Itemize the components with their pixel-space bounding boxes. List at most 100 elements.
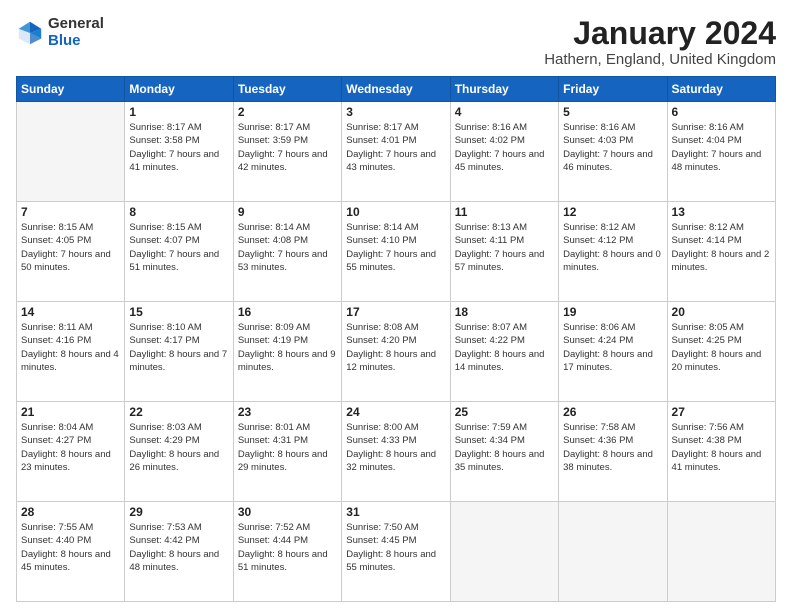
day-number: 24 (346, 405, 445, 419)
day-info: Sunrise: 8:17 AMSunset: 4:01 PMDaylight:… (346, 121, 445, 174)
calendar-cell: 30 Sunrise: 7:52 AMSunset: 4:44 PMDayligh… (233, 502, 341, 602)
day-info: Sunrise: 8:13 AMSunset: 4:11 PMDaylight:… (455, 221, 554, 274)
day-info: Sunrise: 8:07 AMSunset: 4:22 PMDaylight:… (455, 321, 554, 374)
calendar-cell: 2Sunrise: 8:17 AMSunset: 3:59 PMDaylight… (233, 102, 341, 202)
day-number: 16 (238, 305, 337, 319)
calendar-cell: 5 Sunrise: 8:16 AMSunset: 4:03 PMDaylight… (559, 102, 667, 202)
day-number: 9 (238, 205, 337, 219)
month-title: January 2024 (544, 16, 776, 51)
logo-icon (16, 19, 44, 47)
calendar-cell: 1Sunrise: 8:17 AMSunset: 3:58 PMDaylight… (125, 102, 233, 202)
calendar-cell: 17 Sunrise: 8:08 AMSunset: 4:20 PMDayligh… (342, 302, 450, 402)
calendar-cell: 21 Sunrise: 8:04 AMSunset: 4:27 PMDayligh… (17, 402, 125, 502)
day-info: Sunrise: 8:04 AMSunset: 4:27 PMDaylight:… (21, 421, 120, 474)
day-number: 6 (672, 105, 771, 119)
day-number: 14 (21, 305, 120, 319)
day-info: Sunrise: 8:16 AMSunset: 4:03 PMDaylight:… (563, 121, 662, 174)
day-info: Sunrise: 7:55 AMSunset: 4:40 PMDaylight:… (21, 521, 120, 574)
day-info: Sunrise: 8:08 AMSunset: 4:20 PMDaylight:… (346, 321, 445, 374)
day-info: Sunrise: 8:12 AMSunset: 4:14 PMDaylight:… (672, 221, 771, 274)
day-info: Sunrise: 8:16 AMSunset: 4:02 PMDaylight:… (455, 121, 554, 174)
day-info: Sunrise: 8:17 AMSunset: 3:59 PMDaylight:… (238, 121, 337, 174)
day-number: 13 (672, 205, 771, 219)
calendar-week-row: 28 Sunrise: 7:55 AMSunset: 4:40 PMDayligh… (17, 502, 776, 602)
logo: General Blue (16, 16, 104, 49)
col-tuesday: Tuesday (233, 77, 341, 102)
calendar-table: Sunday Monday Tuesday Wednesday Thursday… (16, 76, 776, 602)
calendar-cell: 28 Sunrise: 7:55 AMSunset: 4:40 PMDayligh… (17, 502, 125, 602)
day-number: 27 (672, 405, 771, 419)
col-monday: Monday (125, 77, 233, 102)
calendar-cell: 19Sunrise: 8:06 AMSunset: 4:24 PMDayligh… (559, 302, 667, 402)
calendar-cell: 20Sunrise: 8:05 AMSunset: 4:25 PMDayligh… (667, 302, 775, 402)
day-info: Sunrise: 7:50 AMSunset: 4:45 PMDaylight:… (346, 521, 445, 574)
col-sunday: Sunday (17, 77, 125, 102)
day-number: 18 (455, 305, 554, 319)
day-number: 30 (238, 505, 337, 519)
calendar-cell: 27 Sunrise: 7:56 AMSunset: 4:38 PMDayligh… (667, 402, 775, 502)
calendar-week-row: 14 Sunrise: 8:11 AMSunset: 4:16 PMDayligh… (17, 302, 776, 402)
calendar-cell: 10Sunrise: 8:14 AMSunset: 4:10 PMDayligh… (342, 202, 450, 302)
day-info: Sunrise: 8:14 AMSunset: 4:08 PMDaylight:… (238, 221, 337, 274)
logo-text: General Blue (48, 16, 104, 49)
calendar-cell (17, 102, 125, 202)
calendar-cell: 14 Sunrise: 8:11 AMSunset: 4:16 PMDayligh… (17, 302, 125, 402)
day-info: Sunrise: 7:53 AMSunset: 4:42 PMDaylight:… (129, 521, 228, 574)
day-info: Sunrise: 7:59 AMSunset: 4:34 PMDaylight:… (455, 421, 554, 474)
calendar-cell: 9 Sunrise: 8:14 AMSunset: 4:08 PMDaylight… (233, 202, 341, 302)
calendar-cell: 11 Sunrise: 8:13 AMSunset: 4:11 PMDayligh… (450, 202, 558, 302)
day-info: Sunrise: 8:16 AMSunset: 4:04 PMDaylight:… (672, 121, 771, 174)
day-info: Sunrise: 8:10 AMSunset: 4:17 PMDaylight:… (129, 321, 228, 374)
day-number: 15 (129, 305, 228, 319)
day-number: 31 (346, 505, 445, 519)
calendar-cell: 24Sunrise: 8:00 AMSunset: 4:33 PMDayligh… (342, 402, 450, 502)
day-number: 29 (129, 505, 228, 519)
day-number: 23 (238, 405, 337, 419)
calendar-cell: 3 Sunrise: 8:17 AMSunset: 4:01 PMDaylight… (342, 102, 450, 202)
day-number: 21 (21, 405, 120, 419)
day-number: 26 (563, 405, 662, 419)
calendar-cell (667, 502, 775, 602)
calendar-cell (559, 502, 667, 602)
day-info: Sunrise: 7:58 AMSunset: 4:36 PMDaylight:… (563, 421, 662, 474)
logo-blue-text: Blue (48, 33, 104, 50)
col-wednesday: Wednesday (342, 77, 450, 102)
day-number: 19 (563, 305, 662, 319)
logo-general-text: General (48, 16, 104, 33)
day-number: 22 (129, 405, 228, 419)
calendar-cell: 18 Sunrise: 8:07 AMSunset: 4:22 PMDayligh… (450, 302, 558, 402)
col-saturday: Saturday (667, 77, 775, 102)
calendar-cell: 6 Sunrise: 8:16 AMSunset: 4:04 PMDaylight… (667, 102, 775, 202)
day-number: 8 (129, 205, 228, 219)
day-info: Sunrise: 8:11 AMSunset: 4:16 PMDaylight:… (21, 321, 120, 374)
calendar-cell: 12Sunrise: 8:12 AMSunset: 4:12 PMDayligh… (559, 202, 667, 302)
day-number: 1 (129, 105, 228, 119)
calendar-cell: 29 Sunrise: 7:53 AMSunset: 4:42 PMDayligh… (125, 502, 233, 602)
calendar-cell: 13 Sunrise: 8:12 AMSunset: 4:14 PMDayligh… (667, 202, 775, 302)
day-number: 7 (21, 205, 120, 219)
col-friday: Friday (559, 77, 667, 102)
calendar-cell: 15 Sunrise: 8:10 AMSunset: 4:17 PMDayligh… (125, 302, 233, 402)
calendar-cell (450, 502, 558, 602)
day-number: 5 (563, 105, 662, 119)
calendar-cell: 22 Sunrise: 8:03 AMSunset: 4:29 PMDayligh… (125, 402, 233, 502)
day-number: 20 (672, 305, 771, 319)
day-info: Sunrise: 7:56 AMSunset: 4:38 PMDaylight:… (672, 421, 771, 474)
calendar-week-row: 1Sunrise: 8:17 AMSunset: 3:58 PMDaylight… (17, 102, 776, 202)
day-info: Sunrise: 8:01 AMSunset: 4:31 PMDaylight:… (238, 421, 337, 474)
calendar-cell: 31 Sunrise: 7:50 AMSunset: 4:45 PMDayligh… (342, 502, 450, 602)
header: General Blue January 2024 Hathern, Engla… (16, 16, 776, 68)
day-number: 3 (346, 105, 445, 119)
day-info: Sunrise: 8:14 AMSunset: 4:10 PMDaylight:… (346, 221, 445, 274)
day-number: 28 (21, 505, 120, 519)
day-number: 25 (455, 405, 554, 419)
day-number: 11 (455, 205, 554, 219)
calendar-cell: 25 Sunrise: 7:59 AMSunset: 4:34 PMDayligh… (450, 402, 558, 502)
day-info: Sunrise: 7:52 AMSunset: 4:44 PMDaylight:… (238, 521, 337, 574)
calendar-week-row: 21 Sunrise: 8:04 AMSunset: 4:27 PMDayligh… (17, 402, 776, 502)
day-info: Sunrise: 8:03 AMSunset: 4:29 PMDaylight:… (129, 421, 228, 474)
page: General Blue January 2024 Hathern, Engla… (0, 0, 792, 612)
day-number: 17 (346, 305, 445, 319)
calendar-header-row: Sunday Monday Tuesday Wednesday Thursday… (17, 77, 776, 102)
calendar-cell: 4Sunrise: 8:16 AMSunset: 4:02 PMDaylight… (450, 102, 558, 202)
